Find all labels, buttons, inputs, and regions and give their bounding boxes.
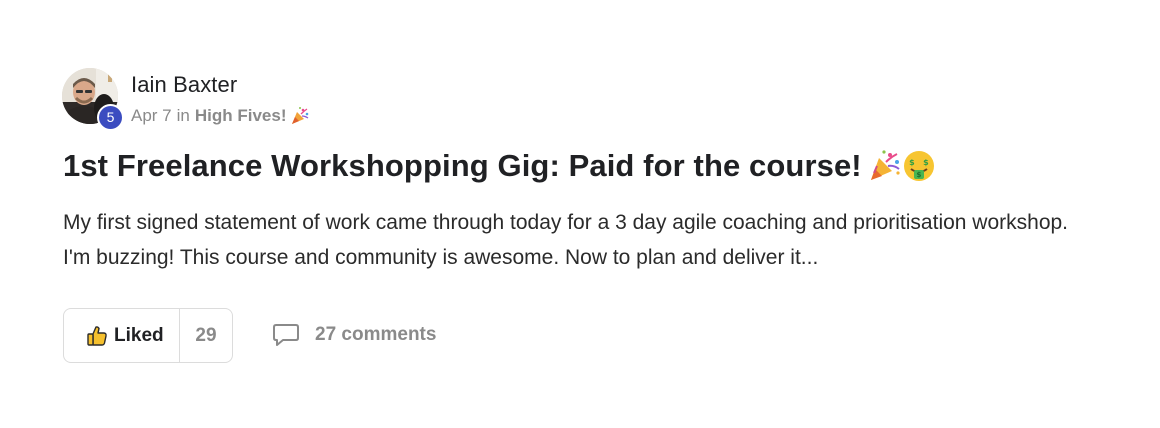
party-popper-icon [290,106,310,126]
post-date: Apr 7 [131,106,172,125]
svg-text:$: $ [923,158,929,167]
like-label: Liked [114,324,164,346]
comments-link[interactable]: 27 comments [272,322,436,348]
author-name[interactable]: Iain Baxter [131,72,237,98]
money-mouth-face-icon: $ $ $ [902,149,936,183]
like-button[interactable]: Liked [64,309,180,362]
svg-text:$: $ [916,171,921,179]
author-avatar-wrap[interactable]: 5 [62,68,124,131]
like-count[interactable]: 29 [180,309,232,362]
category-link[interactable]: High Fives! [195,106,287,126]
post-meta: Apr 7 in High Fives! [131,106,310,126]
in-label: in [176,106,190,125]
post-title[interactable]: 1st Freelance Workshopping Gig: Paid for… [63,148,862,184]
svg-text:$: $ [909,158,915,167]
post-title-row[interactable]: 1st Freelance Workshopping Gig: Paid for… [63,148,936,184]
comments-label: 27 comments [315,324,437,345]
post-body[interactable]: My first signed statement of work came t… [63,205,1073,275]
level-badge: 5 [97,104,124,131]
speech-bubble-icon [273,324,299,346]
post-card: 5 Iain Baxter Apr 7 in High Fives! 1st F… [0,0,1160,428]
thumbs-up-icon [87,325,107,346]
like-box: Liked 29 [63,308,233,363]
party-popper-icon [868,149,902,183]
